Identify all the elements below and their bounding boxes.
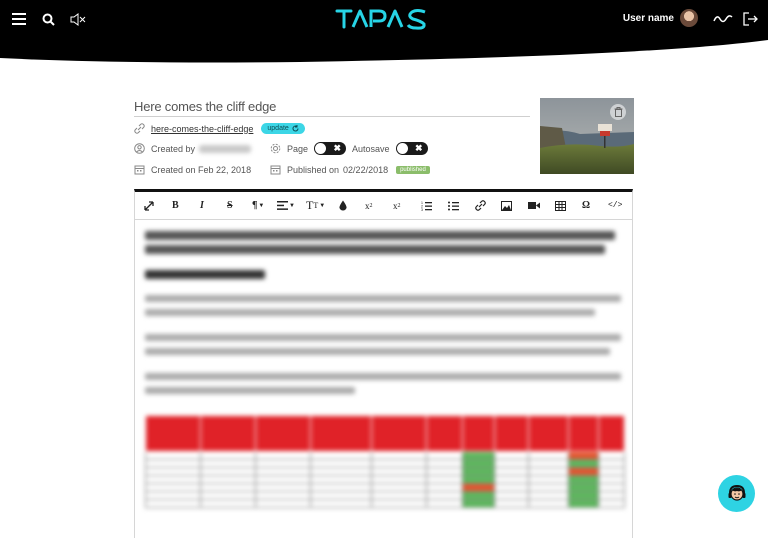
update-label: update [267, 125, 289, 132]
page-toggle[interactable]: ✖ [314, 142, 347, 155]
special-char-button[interactable]: Ω [582, 199, 590, 212]
color-button[interactable] [339, 199, 347, 212]
calendar-icon [134, 164, 145, 175]
app-logo[interactable] [333, 5, 433, 38]
strikethrough-button[interactable]: S [227, 199, 233, 212]
editor-content-redacted[interactable] [145, 228, 623, 394]
data-table-redacted [145, 415, 626, 508]
editor-toolbar: B I S ¶ ▼ ▼ T T ▼ x2 x2 123 Ω </> [135, 192, 632, 220]
created-on-row: Created on Feb 22, 2018 [134, 164, 251, 175]
support-chat-button[interactable] [718, 475, 755, 512]
author-name-redacted [199, 144, 252, 153]
rich-text-editor: B I S ¶ ▼ ▼ T T ▼ x2 x2 123 Ω </> [134, 189, 633, 538]
chevron-down-icon: ▼ [258, 202, 265, 209]
text-size-small-icon: T [313, 201, 319, 210]
delete-image-button[interactable] [610, 104, 626, 120]
svg-text:3: 3 [421, 208, 423, 211]
headset-icon [728, 484, 745, 501]
paragraph-icon: ¶ [252, 200, 258, 211]
ordered-list-icon: 123 [421, 201, 432, 211]
created-by-label: Created by [151, 143, 196, 154]
page-title-input[interactable] [134, 97, 530, 117]
image-icon [501, 200, 512, 211]
top-navigation-bar: User name [0, 0, 768, 66]
link-icon [134, 123, 145, 134]
page-slug-link[interactable]: here-comes-the-cliff-edge [151, 124, 253, 134]
menu-icon[interactable] [10, 10, 28, 28]
logout-icon[interactable] [741, 10, 759, 28]
ordered-list-button[interactable]: 123 [421, 199, 432, 212]
status-badge: published [396, 165, 430, 174]
wave-icon[interactable] [713, 10, 733, 28]
link-button[interactable] [475, 199, 486, 212]
published-on-label: Published on [287, 164, 340, 175]
user-circle-icon [134, 143, 145, 154]
superscript-button[interactable]: x2 [393, 199, 401, 212]
align-dropdown[interactable]: ▼ [277, 199, 295, 212]
created-on-text: Created on Feb 22, 2018 [151, 164, 252, 175]
chevron-down-icon: ▼ [319, 202, 326, 209]
autosave-label: Autosave [352, 143, 390, 154]
video-icon [528, 202, 540, 209]
table-icon [555, 200, 566, 211]
calendar-icon [270, 164, 281, 175]
bullet-list-icon [448, 201, 459, 210]
image-button[interactable] [501, 199, 512, 212]
published-on-row: Published on 02/22/2018 published [270, 164, 430, 175]
page-label: Page [287, 143, 309, 154]
paragraph-dropdown[interactable]: ¶ ▼ [252, 199, 264, 212]
droplet-icon [339, 200, 347, 211]
page-toggle-row: Page ✖ Autosave ✖ [270, 142, 428, 155]
bold-button[interactable]: B [172, 199, 179, 212]
video-button[interactable] [528, 199, 540, 212]
font-size-dropdown[interactable]: T T ▼ [306, 198, 326, 212]
refresh-icon [292, 125, 299, 132]
trash-icon [614, 107, 622, 117]
published-on-date[interactable]: 02/22/2018 [343, 165, 388, 175]
update-slug-button[interactable]: update [261, 123, 305, 134]
align-left-icon [277, 201, 288, 210]
link-icon [475, 200, 486, 211]
bullet-list-button[interactable] [448, 199, 459, 212]
user-name[interactable]: User name [623, 13, 674, 24]
autosave-toggle[interactable]: ✖ [395, 142, 428, 155]
user-avatar[interactable] [680, 9, 698, 27]
chevron-down-icon: ▼ [289, 202, 295, 209]
search-icon[interactable] [39, 10, 57, 28]
mute-icon[interactable] [69, 10, 87, 28]
text-size-icon: T [306, 198, 314, 212]
created-by-row: Created by [134, 143, 252, 154]
gear-icon [270, 143, 281, 154]
code-view-button[interactable]: </> [608, 199, 622, 212]
subscript-button[interactable]: x2 [365, 199, 373, 212]
table-button[interactable] [555, 199, 566, 212]
slug-row: here-comes-the-cliff-edge update [134, 123, 305, 134]
fullscreen-icon[interactable] [144, 199, 154, 212]
italic-button[interactable]: I [200, 199, 204, 212]
